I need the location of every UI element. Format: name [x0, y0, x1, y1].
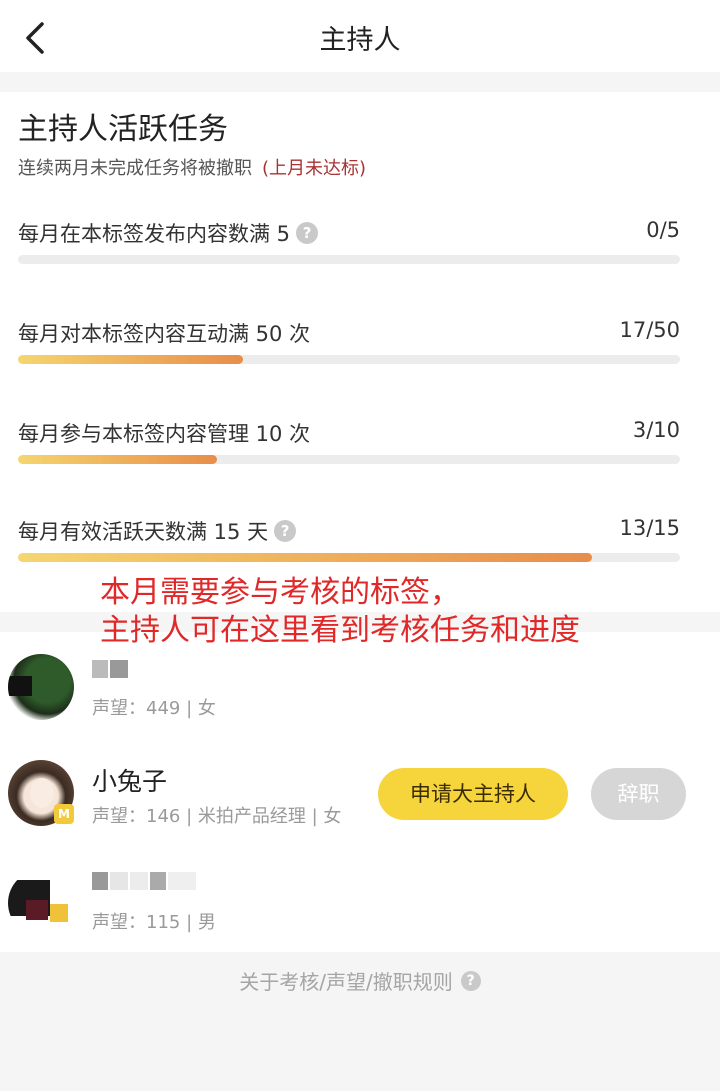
- task-label: 每月有效活跃天数满 15 天 ?: [18, 516, 297, 546]
- avatar[interactable]: [8, 870, 74, 936]
- host-list: 声望：449 | 女 小兔子 声望：146 | 米拍产品经理 | 女 M 申请大…: [0, 632, 720, 952]
- list-item-host[interactable]: 声望：115 | 男: [0, 856, 720, 946]
- resign-button[interactable]: 辞职: [591, 768, 686, 820]
- progress-fill: [18, 355, 244, 364]
- task-count: 13/15: [619, 516, 680, 540]
- tasks-heading: 主持人活跃任务: [18, 112, 228, 147]
- help-icon[interactable]: ?: [296, 222, 319, 244]
- pixelated-name: [92, 660, 130, 678]
- pixelated-name: [92, 872, 198, 890]
- task-label: 每月参与本标签内容管理 10 次: [18, 418, 310, 448]
- task-label-text: 每月对本标签内容互动满 50 次: [18, 322, 311, 346]
- host-meta: 声望：115 | 男: [92, 912, 216, 933]
- host-meta: 声望：146 | 米拍产品经理 | 女: [92, 806, 342, 827]
- progress-fill: [18, 455, 217, 464]
- task-label-text: 每月参与本标签内容管理 10 次: [18, 422, 311, 446]
- page-title: 主持人: [319, 25, 401, 56]
- apply-senior-host-button[interactable]: 申请大主持人: [378, 768, 568, 820]
- progress-track: [18, 455, 680, 464]
- list-item-host[interactable]: 声望：449 | 女: [0, 646, 720, 736]
- progress-track: [18, 553, 680, 562]
- section-divider: [0, 72, 720, 92]
- help-icon[interactable]: ?: [274, 520, 297, 542]
- host-name: 小兔子: [92, 767, 168, 796]
- progress-track: [18, 255, 680, 264]
- avatar[interactable]: [8, 654, 74, 720]
- rules-link[interactable]: 关于考核/声望/撤职规则 ?: [0, 966, 720, 995]
- task-item-active-days: 每月有效活跃天数满 15 天 ? 13/15: [18, 516, 680, 576]
- annotation-line-1: 本月需要参与考核的标签，: [100, 575, 460, 610]
- host-meta: 声望：449 | 女: [92, 698, 216, 719]
- annotation-line-2: 主持人可在这里看到考核任务和进度: [100, 613, 580, 648]
- task-count: 17/50: [619, 318, 680, 342]
- host-tasks-card: 主持人活跃任务 连续两月未完成任务将被撤职 (上月未达标) 每月在本标签发布内容数…: [0, 92, 720, 612]
- task-item-interact: 每月对本标签内容互动满 50 次 17/50: [18, 318, 680, 378]
- task-item-manage: 每月参与本标签内容管理 10 次 3/10: [18, 418, 680, 478]
- nav-bar: 主持人: [0, 0, 720, 72]
- annotation-text: 本月需要参与考核的标签， 主持人可在这里看到考核任务和进度: [100, 574, 580, 650]
- rules-link-text: 关于考核/声望/撤职规则: [239, 970, 453, 994]
- help-icon: ?: [460, 970, 481, 991]
- progress-track: [18, 355, 680, 364]
- progress-fill: [18, 553, 592, 562]
- task-label: 每月对本标签内容互动满 50 次: [18, 318, 310, 348]
- tasks-subtitle-text: 连续两月未完成任务将被撤职: [18, 158, 252, 179]
- task-label-text: 每月有效活跃天数满 15 天: [18, 520, 269, 544]
- moderator-badge-icon: M: [54, 804, 74, 824]
- task-item-publish: 每月在本标签发布内容数满 5 ? 0/5: [18, 218, 680, 278]
- tasks-subtitle: 连续两月未完成任务将被撤职 (上月未达标): [18, 154, 366, 180]
- task-label-text: 每月在本标签发布内容数满 5: [18, 222, 291, 246]
- task-label: 每月在本标签发布内容数满 5 ?: [18, 218, 319, 248]
- task-count: 3/10: [632, 418, 680, 442]
- last-month-warning: (上月未达标): [262, 158, 367, 179]
- task-count: 0/5: [646, 218, 680, 242]
